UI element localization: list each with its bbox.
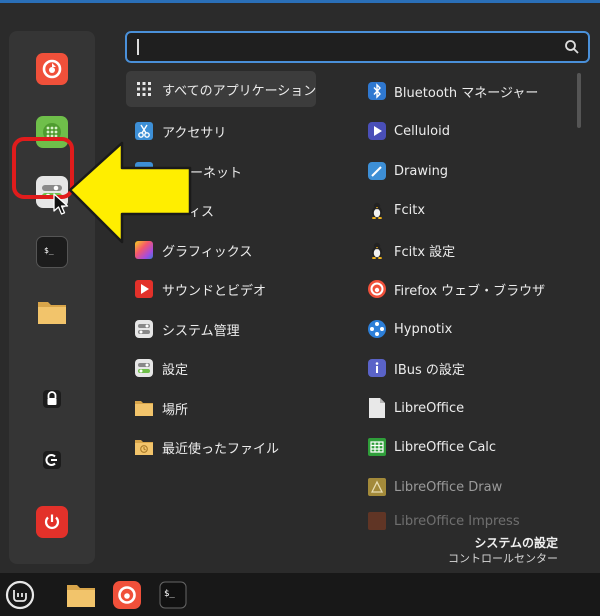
power-icon bbox=[44, 514, 60, 529]
mint-logo-icon bbox=[5, 580, 35, 610]
terminal-icon: $_ bbox=[159, 581, 187, 609]
calc-icon bbox=[366, 436, 388, 458]
category-places[interactable]: 場所 bbox=[126, 390, 316, 426]
app-label: Hypnotix bbox=[394, 321, 453, 337]
recent-folder-icon bbox=[134, 437, 154, 457]
category-administration[interactable]: システム管理 bbox=[126, 311, 316, 347]
logout-button[interactable] bbox=[36, 444, 68, 476]
highlight-box bbox=[12, 137, 74, 199]
scissors-icon bbox=[134, 121, 154, 141]
category-preferences[interactable]: 設定 bbox=[126, 350, 316, 386]
app-label: Bluetooth マネージャー bbox=[394, 85, 539, 101]
app-label: IBus の設定 bbox=[394, 362, 465, 378]
app-fcitx-config[interactable]: Fcitx 設定 bbox=[360, 232, 575, 268]
app-firefox[interactable]: Firefox ウェブ・ブラウザ bbox=[360, 271, 575, 307]
penguin-icon bbox=[366, 199, 388, 221]
category-label: 設定 bbox=[162, 362, 189, 378]
favorite-terminal-button[interactable]: $_ bbox=[36, 236, 68, 268]
draw-icon bbox=[366, 476, 388, 498]
category-recent-files[interactable]: 最近使ったファイル bbox=[126, 429, 316, 465]
app-label: Firefox ウェブ・ブラウザ bbox=[394, 283, 546, 299]
firefox-icon bbox=[113, 581, 141, 609]
folder-icon bbox=[38, 302, 66, 324]
app-libreoffice-impress[interactable]: LibreOffice Impress bbox=[360, 509, 575, 533]
app-celluloid[interactable]: Celluloid bbox=[360, 113, 575, 149]
app-label: LibreOffice Calc bbox=[394, 439, 497, 455]
folder-icon bbox=[67, 585, 95, 607]
settings-icon bbox=[134, 358, 154, 378]
taskbar: $_ bbox=[0, 573, 600, 616]
app-ibus-settings[interactable]: IBus の設定 bbox=[360, 350, 575, 386]
app-label: Fcitx 設定 bbox=[394, 244, 456, 260]
app-description-title: システムの設定 bbox=[474, 536, 558, 550]
category-label: システム管理 bbox=[162, 323, 240, 339]
app-libreoffice-draw[interactable]: LibreOffice Draw bbox=[360, 469, 575, 505]
libreoffice-icon bbox=[366, 397, 388, 419]
app-label: LibreOffice bbox=[394, 400, 465, 416]
app-label: Fcitx bbox=[394, 202, 426, 218]
app-libreoffice[interactable]: LibreOffice bbox=[360, 390, 575, 426]
annotation-arrow bbox=[68, 141, 192, 244]
app-bluetooth-manager[interactable]: Bluetooth マネージャー bbox=[360, 73, 575, 109]
favorite-files-button[interactable] bbox=[36, 296, 68, 328]
taskbar-firefox-button[interactable] bbox=[110, 578, 144, 612]
favorite-firefox-button[interactable] bbox=[36, 53, 68, 85]
search-box[interactable] bbox=[125, 31, 590, 63]
category-label: すべてのアプリケーション bbox=[162, 83, 317, 99]
app-drawing[interactable]: Drawing bbox=[360, 153, 575, 189]
lock-icon bbox=[43, 390, 61, 408]
play-icon bbox=[134, 279, 154, 299]
search-input[interactable] bbox=[135, 36, 555, 58]
category-label: 最近使ったファイル bbox=[162, 441, 280, 457]
category-label: ーネット bbox=[190, 165, 243, 181]
terminal-icon: $_ bbox=[44, 246, 54, 255]
search-icon[interactable] bbox=[564, 39, 580, 55]
category-all-applications[interactable]: すべてのアプリケーション bbox=[126, 71, 316, 107]
svg-text:$_: $_ bbox=[44, 246, 54, 255]
taskbar-files-button[interactable] bbox=[64, 578, 98, 612]
category-label: アクセサリ bbox=[162, 125, 227, 141]
shutdown-button[interactable] bbox=[36, 506, 68, 538]
category-label: サウンドとビデオ bbox=[162, 283, 267, 299]
hypnotix-icon bbox=[366, 318, 388, 340]
bluetooth-icon bbox=[366, 80, 388, 102]
app-label: Drawing bbox=[394, 163, 449, 179]
application-menu: $_ すべてのアプリケーション アクセサリ ーネット ィス グラフィックス サウ… bbox=[0, 3, 600, 573]
favorites-sidebar: $_ bbox=[9, 31, 95, 564]
app-label: Celluloid bbox=[394, 123, 450, 139]
app-label: LibreOffice Impress bbox=[394, 513, 520, 529]
impress-icon bbox=[366, 510, 388, 532]
firefox-icon bbox=[366, 278, 388, 300]
folder-icon bbox=[134, 398, 154, 418]
drawing-icon bbox=[366, 160, 388, 182]
lock-screen-button[interactable] bbox=[36, 383, 68, 415]
svg-text:$_: $_ bbox=[164, 589, 175, 599]
mouse-cursor-icon bbox=[53, 193, 69, 215]
category-sound-video[interactable]: サウンドとビデオ bbox=[126, 271, 316, 307]
app-description-subtitle: コントロールセンター bbox=[448, 552, 558, 565]
app-hypnotix[interactable]: Hypnotix bbox=[360, 311, 575, 347]
celluloid-icon bbox=[366, 120, 388, 142]
admin-icon bbox=[134, 319, 154, 339]
grid-icon bbox=[134, 79, 154, 99]
app-libreoffice-calc[interactable]: LibreOffice Calc bbox=[360, 429, 575, 465]
menu-button[interactable] bbox=[3, 578, 37, 612]
category-label: 場所 bbox=[162, 402, 189, 418]
firefox-icon bbox=[42, 59, 62, 79]
app-list-scrollbar[interactable] bbox=[577, 73, 581, 128]
taskbar-terminal-button[interactable]: $_ bbox=[156, 578, 190, 612]
app-fcitx[interactable]: Fcitx bbox=[360, 192, 575, 228]
logout-icon bbox=[43, 451, 61, 469]
ibus-icon bbox=[366, 357, 388, 379]
app-label: LibreOffice Draw bbox=[394, 479, 503, 495]
penguin-icon bbox=[366, 239, 388, 261]
